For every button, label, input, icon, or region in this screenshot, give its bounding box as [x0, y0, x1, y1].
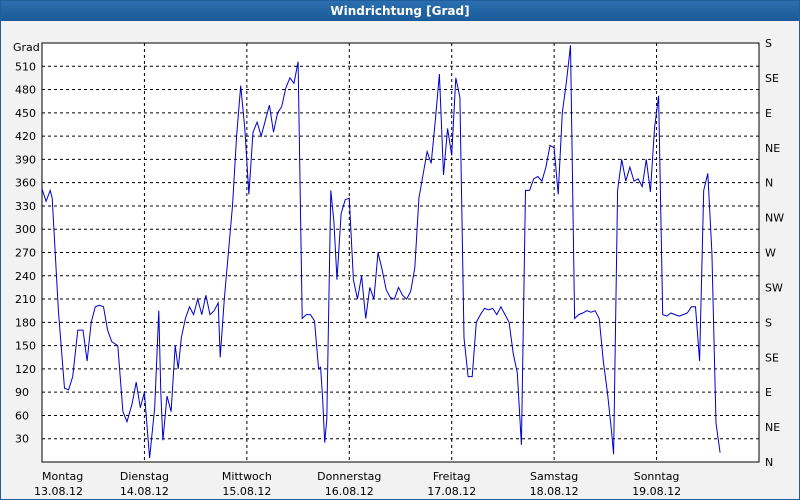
x-tick-day: Mittwoch — [222, 470, 272, 483]
y-axis-label: Grad — [13, 41, 40, 54]
y2-tick-label: N — [765, 456, 773, 469]
y2-tick-label: SW — [765, 281, 783, 294]
y-tick-label: 210 — [15, 293, 36, 306]
y-tick-label: 120 — [15, 363, 36, 376]
y-tick-label: 150 — [15, 340, 36, 353]
x-tick-day: Donnerstag — [317, 470, 381, 483]
y2-tick-label: SE — [765, 72, 779, 85]
y2-tick-label: NE — [765, 142, 780, 155]
x-tick-day: Dienstag — [120, 470, 169, 483]
plot-area — [41, 42, 760, 463]
y2-tick-label: E — [765, 386, 772, 399]
y-tick-label: 180 — [15, 316, 36, 329]
x-tick-day: Samstag — [530, 470, 578, 483]
y-tick-label: 450 — [15, 107, 36, 120]
chart-window: Windrichtung [Grad] 30 60 90 120 150 180 210 24… — [0, 0, 800, 500]
x-tick-date: 15.08.12 — [222, 485, 271, 498]
y-tick-label: 330 — [15, 200, 36, 213]
x-tick-date: 13.08.12 — [34, 485, 83, 498]
y-tick-label: 360 — [15, 177, 36, 190]
y-tick-label: 300 — [15, 223, 36, 236]
y-tick-label: 270 — [15, 247, 36, 260]
y-tick-label: 90 — [15, 386, 29, 399]
y-tick-label: 510 — [15, 60, 36, 73]
x-tick-date: 14.08.12 — [120, 485, 169, 498]
y-tick-label: 480 — [15, 84, 36, 97]
y-tick-label: 60 — [15, 409, 29, 422]
y2-tick-label: S — [765, 37, 772, 50]
y-tick-label: 240 — [15, 270, 36, 283]
y-tick-label: 390 — [15, 153, 36, 166]
x-tick-date: 18.08.12 — [530, 485, 579, 498]
wind-direction-chart: 30 60 90 120 150 180 210 240 270 300 330 360 390 420 4… — [13, 37, 784, 498]
x-tick-date: 19.08.12 — [632, 485, 681, 498]
x-tick-day: Sonntag — [634, 470, 680, 483]
y-tick-label: 30 — [15, 433, 29, 446]
y2-tick-label: SE — [765, 351, 779, 364]
y2-tick-label: NE — [765, 421, 780, 434]
y2-tick-label: E — [765, 107, 772, 120]
y2-tick-label: N — [765, 177, 773, 190]
y2-tick-label: W — [765, 247, 776, 260]
y-tick-label: 420 — [15, 130, 36, 143]
x-tick-date: 16.08.12 — [325, 485, 374, 498]
x-tick-day: Freitag — [433, 470, 471, 483]
y2-tick-label: NW — [765, 212, 784, 225]
x-tick-date: 17.08.12 — [427, 485, 476, 498]
x-tick-day: Montag — [42, 470, 83, 483]
y2-tick-label: S — [765, 316, 772, 329]
